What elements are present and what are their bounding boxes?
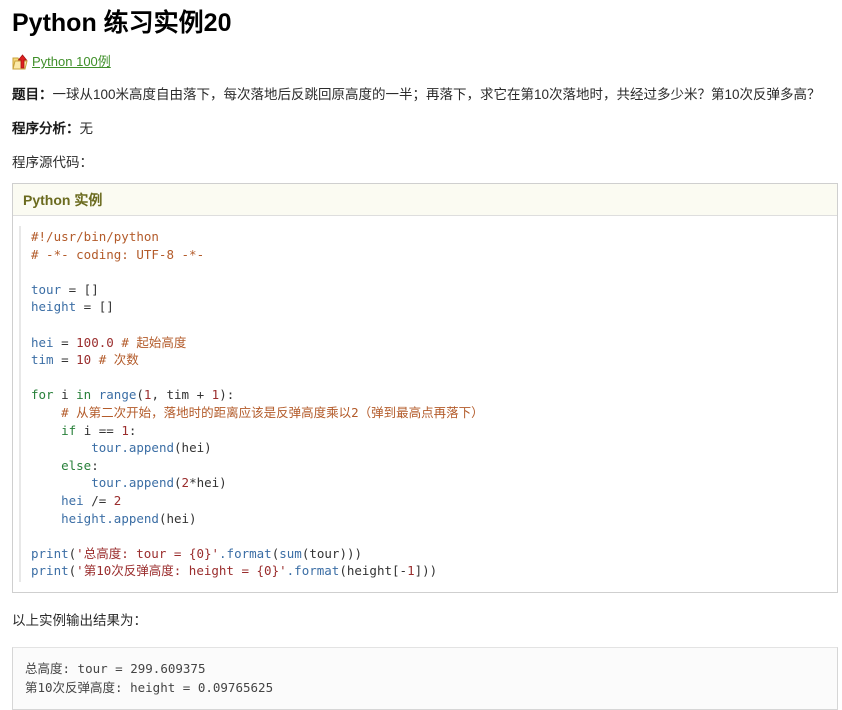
code-token: # 次数 bbox=[98, 352, 139, 368]
code-token: sum bbox=[279, 545, 302, 561]
code-token: = bbox=[53, 334, 77, 350]
example-box: Python 实例 #!/usr/bin/python # -*- coding… bbox=[12, 183, 838, 593]
code-token: 10 bbox=[76, 352, 92, 368]
code-token: 1 bbox=[407, 563, 415, 579]
code-token: in bbox=[76, 387, 92, 403]
code-token: '第10次反弹高度: height = {0}' bbox=[76, 563, 287, 579]
problem-statement: 题目：一球从100米高度自由落下，每次落地后反跳回原高度的一半；再落下，求它在第… bbox=[12, 85, 834, 105]
analysis-statement: 程序分析：无 bbox=[12, 119, 834, 139]
code-token: (height[- bbox=[339, 563, 408, 579]
problem-label: 题目： bbox=[12, 87, 53, 102]
code-token: # 起始高度 bbox=[121, 334, 187, 350]
code-token: 100.0 bbox=[76, 334, 114, 350]
code-token: (hei) bbox=[174, 440, 212, 456]
page-title: Python 练习实例20 bbox=[12, 9, 232, 37]
output-box: 总高度: tour = 299.609375 第10次反弹高度: height … bbox=[12, 646, 838, 710]
output-text: 总高度: tour = 299.609375 第10次反弹高度: height … bbox=[25, 660, 274, 695]
code-token: = [] bbox=[76, 299, 114, 315]
folder-up-arrow-icon bbox=[12, 53, 29, 71]
code-token: print bbox=[31, 563, 69, 579]
code-token: : bbox=[91, 457, 99, 473]
code-token: # 从第二次开始，落地时的距离应该是反弹高度乘以2（弹到最高点再落下） bbox=[31, 404, 484, 420]
code-token: #!/usr/bin/python bbox=[31, 229, 159, 244]
code-token: 2 bbox=[181, 475, 190, 491]
code-token: = [] bbox=[61, 281, 99, 297]
analysis-text: 无 bbox=[79, 121, 94, 136]
code-token: ( bbox=[174, 475, 182, 491]
analysis-label: 程序分析： bbox=[12, 121, 80, 136]
code-token: range bbox=[98, 387, 137, 403]
code-token: 1 bbox=[121, 422, 129, 438]
code-token: i bbox=[53, 387, 77, 403]
code-token: hei bbox=[61, 492, 84, 508]
breadcrumb: Python 100例 bbox=[12, 52, 834, 72]
code-token: print bbox=[31, 545, 69, 561]
code-token: ( bbox=[136, 387, 144, 403]
code-token: tour.append bbox=[91, 440, 175, 456]
code-token: tour.append bbox=[91, 475, 175, 491]
code-token: /= bbox=[83, 492, 114, 508]
code-token: '总高度: tour = {0}' bbox=[76, 545, 220, 561]
code-token: if bbox=[61, 422, 77, 438]
code-token: 2 bbox=[113, 492, 122, 508]
code-token: .format bbox=[219, 545, 272, 561]
code-token: height.append bbox=[61, 510, 159, 526]
example-box-body: #!/usr/bin/python # -*- coding: UTF-8 -*… bbox=[13, 216, 837, 592]
code-token: *hei) bbox=[189, 475, 227, 491]
example-box-header: Python 实例 bbox=[13, 184, 837, 216]
code-block[interactable]: #!/usr/bin/python # -*- coding: UTF-8 -*… bbox=[19, 226, 831, 582]
code-token: (hei) bbox=[158, 510, 197, 526]
code-token: hei bbox=[31, 334, 54, 350]
code-token: .format bbox=[286, 563, 340, 579]
code-token: tim bbox=[31, 352, 54, 368]
code-token: , tim + bbox=[151, 387, 212, 403]
code-token: i == bbox=[76, 422, 122, 438]
code-token: ])) bbox=[414, 563, 438, 579]
code-token: (tour))) bbox=[301, 545, 363, 561]
code-token: tour bbox=[31, 281, 62, 297]
result-label: 以上实例输出结果为： bbox=[12, 612, 147, 628]
source-code-label: 程序源代码： bbox=[12, 155, 93, 170]
page-root: Python 练习实例20 Python 100例 题目：一球从100米高度自由… bbox=[0, 0, 842, 710]
problem-text: 一球从100米高度自由落下，每次落地后反跳回原高度的一半；再落下，求它在第10次… bbox=[52, 87, 821, 102]
code-token: height bbox=[31, 299, 77, 315]
code-token: : bbox=[128, 422, 137, 438]
code-token: else bbox=[61, 457, 92, 473]
breadcrumb-link-python-100[interactable]: Python 100例 bbox=[32, 54, 111, 70]
code-token: ): bbox=[219, 387, 235, 403]
code-token: = bbox=[53, 352, 77, 368]
code-token: for bbox=[31, 387, 54, 403]
code-token: # -*- coding: UTF-8 -*- bbox=[31, 246, 205, 262]
